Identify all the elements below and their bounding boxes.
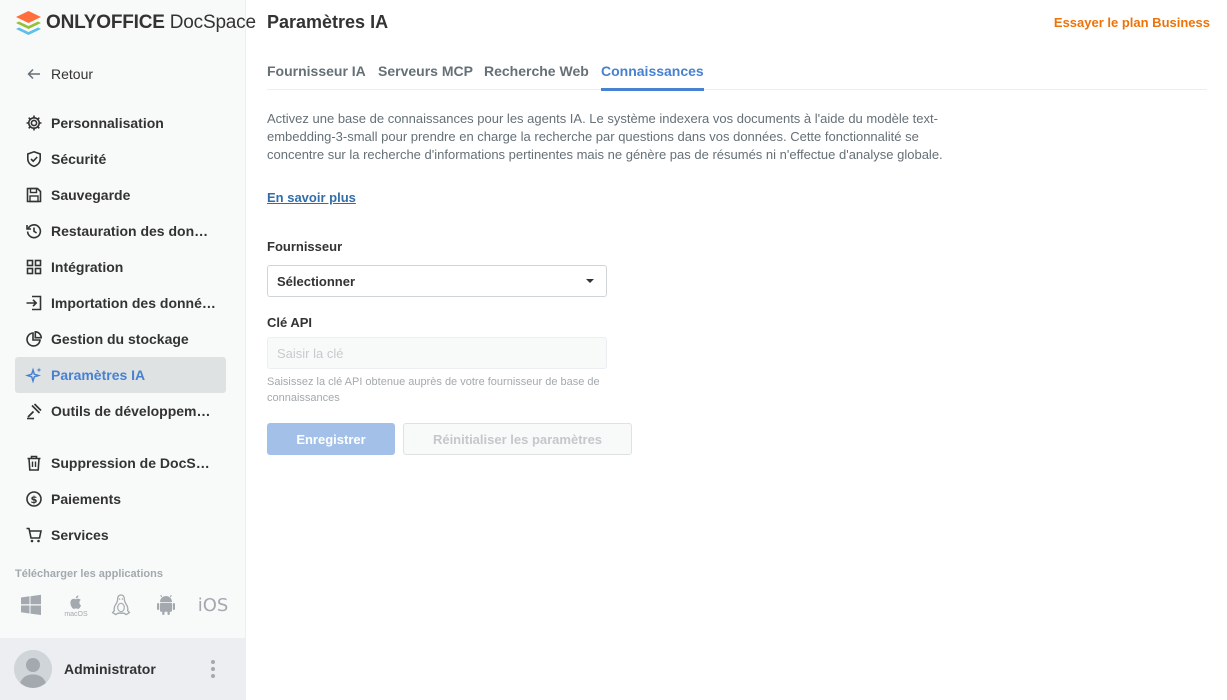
macos-app-link[interactable]: macOS (62, 590, 90, 620)
sidebar-item-label: Outils de développement (51, 403, 216, 419)
provider-select[interactable]: Sélectionner (267, 265, 607, 297)
sidebar-item-label: Restauration des donné… (51, 223, 216, 239)
sidebar-item-label: Gestion du stockage (51, 331, 189, 347)
sidebar-item-securite[interactable]: Sécurité (15, 141, 226, 177)
download-apps-title: Télécharger les applications (15, 568, 163, 580)
tab-bar: Fournisseur IA Serveurs MCP Recherche We… (267, 56, 1207, 91)
caret-down-icon (586, 279, 594, 283)
onlyoffice-logo-icon (16, 11, 41, 35)
svg-text:$: $ (31, 495, 38, 506)
sidebar-item-label: Intégration (51, 259, 124, 275)
floppy-icon (25, 186, 43, 204)
arrow-left-icon (25, 65, 43, 83)
try-business-link[interactable]: Essayer le plan Business (1054, 15, 1210, 30)
cart-icon (25, 526, 43, 544)
sidebar-item-label: Paiements (51, 491, 122, 507)
api-key-input[interactable] (267, 337, 607, 369)
more-options-icon[interactable] (210, 660, 216, 678)
coin-icon: $ (25, 490, 43, 508)
macos-label: macOS (64, 610, 88, 618)
provider-label: Fournisseur (267, 239, 343, 254)
android-app-link[interactable] (152, 590, 180, 620)
sidebar-item-label: Paramètres IA (51, 367, 146, 383)
provider-select-value: Sélectionner (277, 273, 356, 289)
sidebar-item-importation[interactable]: Importation des données (15, 285, 226, 321)
ai-sparkle-icon (25, 366, 43, 384)
sidebar-item-restauration[interactable]: Restauration des donné… (15, 213, 226, 249)
linux-tux-icon (111, 594, 131, 616)
brand-name: ONLYOFFICE DocSpace (46, 12, 256, 33)
linux-app-link[interactable] (107, 590, 135, 620)
sidebar-item-sauvegarde[interactable]: Sauvegarde (15, 177, 226, 213)
sidebar-item-label: Sauvegarde (51, 187, 131, 203)
sidebar-item-outils-dev[interactable]: Outils de développement (15, 393, 226, 429)
tab-recherche-web[interactable]: Recherche Web (484, 63, 589, 88)
api-key-hint: Saisissez la clé API obtenue auprès de v… (267, 376, 600, 404)
sidebar-item-personnalisation[interactable]: Personnalisation (15, 105, 226, 141)
reset-settings-button[interactable]: Réinitialiser les paramètres (403, 423, 632, 455)
windows-icon (21, 594, 41, 615)
android-icon (157, 594, 175, 615)
user-avatar-icon (14, 650, 52, 688)
api-key-label: Clé API (267, 315, 313, 330)
page-title: Paramètres IA (267, 12, 389, 32)
ios-app-link[interactable]: iOS (197, 590, 229, 620)
tab-connaissances[interactable]: Connaissances (601, 63, 704, 91)
sidebar-item-services[interactable]: Services (15, 517, 226, 553)
sidebar-item-stockage[interactable]: Gestion du stockage (15, 321, 226, 357)
sidebar-item-paiements[interactable]: $ Paiements (15, 481, 226, 517)
gear-icon (25, 114, 43, 132)
apple-icon (70, 594, 82, 609)
shield-icon (25, 150, 43, 168)
sidebar: ONLYOFFICE DocSpace Retour Personnalisat… (0, 0, 256, 700)
profile-bar: Administrator (0, 638, 246, 700)
dev-tools-icon (25, 402, 43, 420)
sidebar-item-label: Importation des données (51, 295, 216, 311)
brand-logo[interactable]: ONLYOFFICE DocSpace (15, 10, 256, 36)
sidebar-item-label: Sécurité (51, 151, 107, 167)
back-label: Retour (51, 66, 94, 82)
avatar[interactable] (14, 650, 52, 688)
sidebar-item-label: Suppression de DocSpace (51, 455, 216, 471)
sidebar-item-label: Personnalisation (51, 115, 164, 131)
grid-icon (25, 258, 43, 276)
trash-icon (25, 454, 43, 472)
app-downloads: macOS iOS (17, 590, 246, 620)
profile-name: Administrator (64, 661, 156, 677)
history-icon (25, 222, 43, 240)
tab-fournisseur-ia[interactable]: Fournisseur IA (267, 63, 366, 88)
sidebar-item-parametres-ia[interactable]: Paramètres IA (15, 357, 226, 393)
save-button[interactable]: Enregistrer (267, 423, 395, 455)
sidebar-item-integration[interactable]: Intégration (15, 249, 226, 285)
sidebar-item-suppression[interactable]: Suppression de DocSpace (15, 445, 226, 481)
learn-more-link[interactable]: En savoir plus (267, 190, 356, 205)
pie-icon (25, 330, 43, 348)
import-icon (25, 294, 43, 312)
windows-app-link[interactable] (17, 590, 45, 620)
knowledge-description: Activez une base de connaissances pour l… (267, 111, 943, 162)
tab-serveurs-mcp[interactable]: Serveurs MCP (378, 63, 473, 88)
sidebar-item-label: Services (51, 527, 109, 543)
back-button[interactable]: Retour (15, 56, 226, 92)
ios-label: iOS (197, 594, 229, 616)
